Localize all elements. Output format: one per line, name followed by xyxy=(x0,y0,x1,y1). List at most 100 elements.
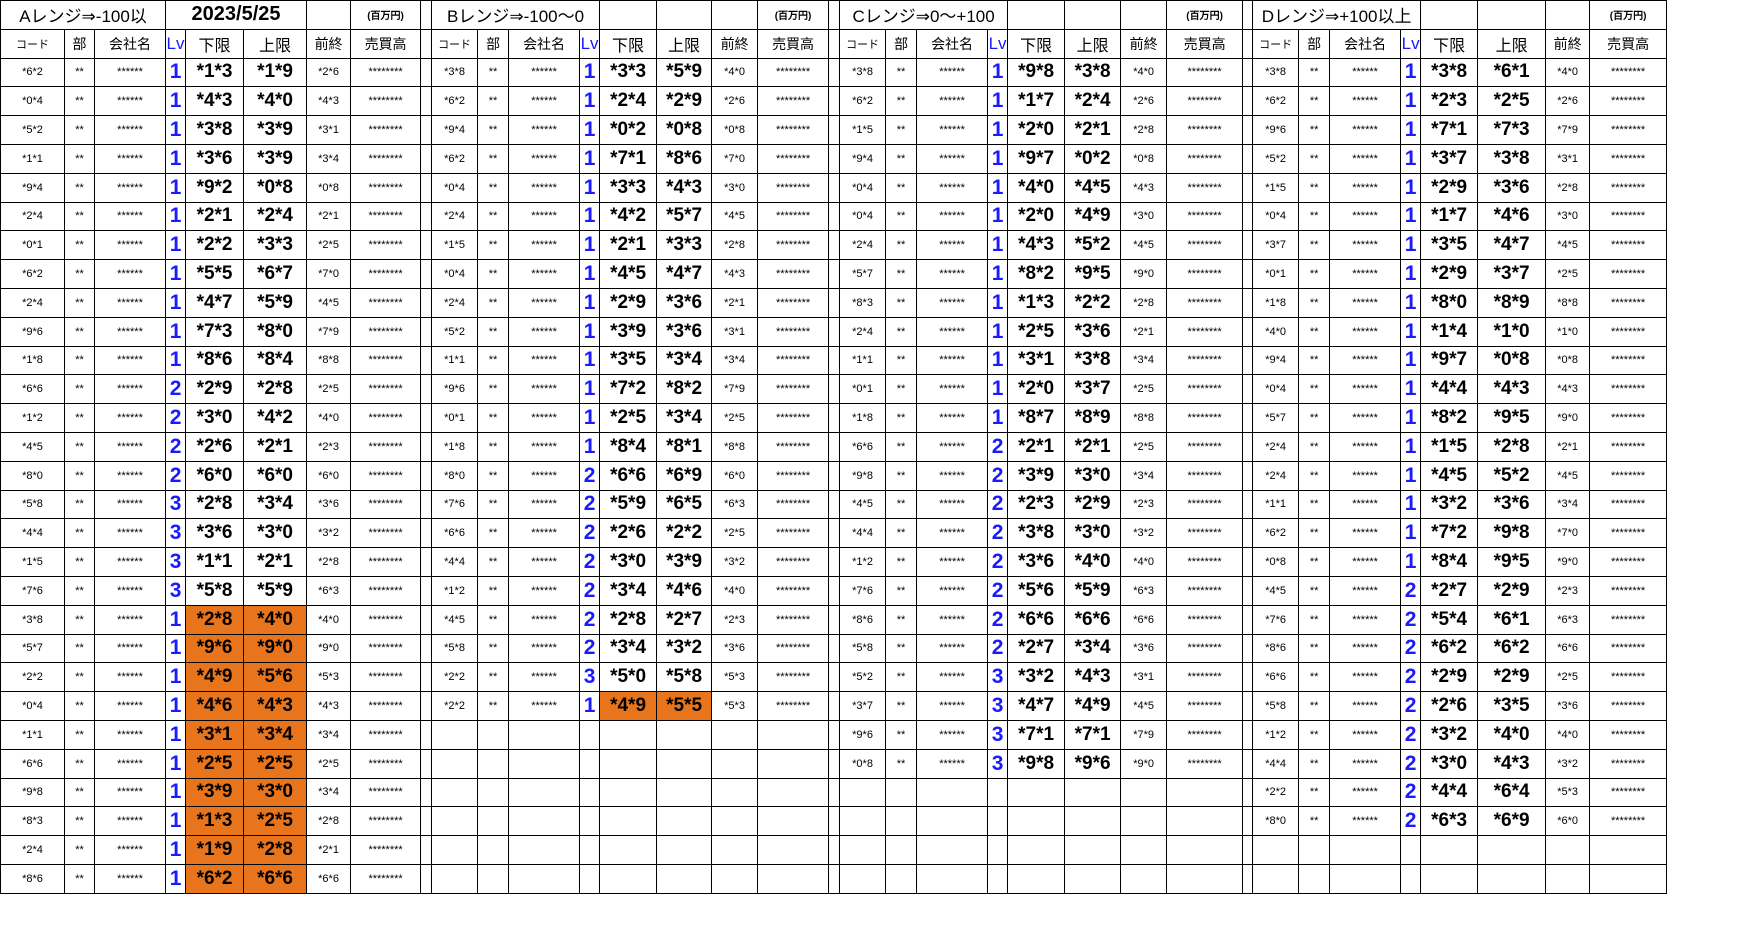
lv-cell: 1 xyxy=(165,633,187,664)
lower-cell: *3*9 xyxy=(185,777,245,808)
dept-cell: ** xyxy=(885,115,918,145)
lower-cell: *6*2 xyxy=(1420,633,1479,664)
volume-cell: ******** xyxy=(1166,431,1244,462)
lv-cell: 2 xyxy=(987,460,1009,491)
code-cell: *0*4 xyxy=(0,691,65,721)
upper-cell: *2*4 xyxy=(1064,86,1122,117)
dept-cell: ** xyxy=(885,287,918,318)
header-company: 会社名 xyxy=(93,28,167,59)
code-cell: *4*4 xyxy=(839,518,887,549)
dept-cell: ** xyxy=(64,489,95,520)
lv-cell: 2 xyxy=(1400,691,1422,721)
volume-cell: ******** xyxy=(1589,57,1668,88)
empty-cell xyxy=(579,777,601,808)
empty-cell xyxy=(431,777,479,808)
dept-cell: ** xyxy=(885,374,918,405)
lower-cell: *3*2 xyxy=(1420,489,1479,520)
company-cell: ****** xyxy=(916,431,989,462)
gap-cell xyxy=(420,316,433,347)
empty-cell xyxy=(757,806,830,837)
company-cell: ****** xyxy=(508,287,581,318)
upper-cell: *3*4 xyxy=(656,345,713,376)
volume-cell: ******** xyxy=(350,86,422,117)
prev-close-cell: *3*4 xyxy=(711,345,759,376)
lv-cell: 2 xyxy=(1400,575,1422,606)
header-code: コード xyxy=(431,28,479,59)
prev-close-cell: *4*5 xyxy=(1545,230,1591,261)
code-cell: *2*2 xyxy=(0,662,65,693)
lower-cell: *7*3 xyxy=(185,316,245,347)
volume-cell: ******** xyxy=(757,575,830,606)
prev-close-cell: *6*6 xyxy=(1120,604,1168,635)
cell xyxy=(1545,0,1591,30)
dept-cell: ** xyxy=(885,662,918,693)
dept-cell: ** xyxy=(64,633,95,664)
lv-cell: 1 xyxy=(987,259,1009,289)
lv-cell: 1 xyxy=(165,719,187,750)
volume-cell: ******** xyxy=(1589,604,1668,635)
lower-cell: *1*7 xyxy=(1007,86,1066,117)
lv-cell: 3 xyxy=(165,518,187,549)
company-cell: ****** xyxy=(93,316,167,347)
upper-cell: *3*6 xyxy=(1477,172,1547,203)
dept-cell: ** xyxy=(885,172,918,203)
volume-cell: ******** xyxy=(757,518,830,549)
lv-cell: 1 xyxy=(987,86,1009,117)
company-cell: ****** xyxy=(93,691,167,721)
volume-cell: ******** xyxy=(1166,691,1244,721)
gap-cell xyxy=(1242,604,1254,635)
volume-cell: ******** xyxy=(350,518,422,549)
lv-cell: 1 xyxy=(987,57,1009,88)
volume-cell: ******** xyxy=(1589,316,1668,347)
lower-cell: *4*9 xyxy=(185,662,245,693)
dept-cell: ** xyxy=(477,604,510,635)
company-cell: ****** xyxy=(508,230,581,261)
gap-cell xyxy=(420,489,433,520)
prev-close-cell: *4*0 xyxy=(306,403,352,433)
dept-cell: ** xyxy=(64,86,95,117)
lower-cell: *1*9 xyxy=(185,835,245,865)
gap-cell xyxy=(828,604,841,635)
dept-cell: ** xyxy=(1298,403,1331,433)
dept-cell: ** xyxy=(1298,518,1331,549)
code-cell: *2*2 xyxy=(431,662,479,693)
dept-cell: ** xyxy=(885,518,918,549)
upper-cell: *2*7 xyxy=(656,604,713,635)
prev-close-cell: *4*5 xyxy=(1545,460,1591,491)
company-cell: ****** xyxy=(508,259,581,289)
empty-cell xyxy=(757,748,830,779)
company-cell: ****** xyxy=(508,172,581,203)
lv-cell: 1 xyxy=(165,57,187,88)
empty-cell xyxy=(711,806,759,837)
gap-cell xyxy=(420,57,433,88)
range-title-a: Aレンジ⇒-100以 xyxy=(0,0,167,30)
prev-close-cell: *2*6 xyxy=(1120,86,1168,117)
company-cell: ****** xyxy=(916,287,989,318)
volume-cell: ******** xyxy=(350,806,422,837)
upper-cell: *3*8 xyxy=(1064,345,1122,376)
upper-cell: *3*7 xyxy=(1064,374,1122,405)
lv-cell: 2 xyxy=(1400,719,1422,750)
dept-cell: ** xyxy=(477,662,510,693)
prev-close-cell: *2*1 xyxy=(306,201,352,232)
upper-cell: *4*3 xyxy=(1477,748,1547,779)
prev-close-cell: *3*6 xyxy=(306,489,352,520)
volume-cell: ******** xyxy=(757,57,830,88)
empty-cell xyxy=(1298,835,1331,865)
cell xyxy=(599,0,658,30)
upper-cell: *2*9 xyxy=(1064,489,1122,520)
code-cell: *1*2 xyxy=(0,403,65,433)
prev-close-cell: *6*3 xyxy=(1120,575,1168,606)
prev-close-cell: *2*1 xyxy=(711,287,759,318)
lv-cell: 1 xyxy=(1400,86,1422,117)
volume-cell: ******** xyxy=(1166,604,1244,635)
empty-cell xyxy=(757,719,830,750)
prev-close-cell: *9*0 xyxy=(1545,403,1591,433)
volume-cell: ******** xyxy=(1589,547,1668,577)
table-row: *7*6 ** ****** 3 *5*8 *5*9 *6*3 ******** *1*2 ** *… xyxy=(0,575,1668,606)
lv-cell: 1 xyxy=(165,172,187,203)
upper-cell: *2*1 xyxy=(1064,115,1122,145)
lv-cell: 1 xyxy=(165,662,187,693)
code-cell: *5*7 xyxy=(1252,403,1300,433)
company-cell: ****** xyxy=(508,201,581,232)
